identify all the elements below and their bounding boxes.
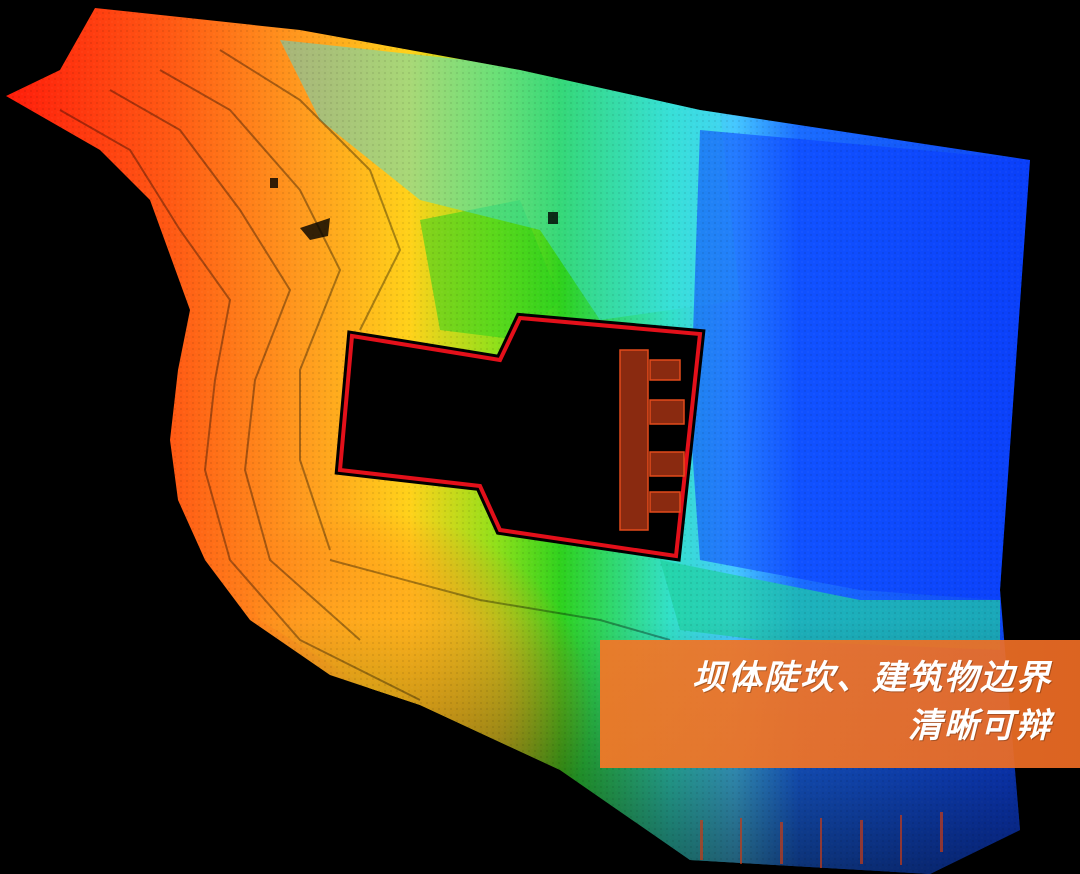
caption-line-1: 坝体陡坎、建筑物边界 — [692, 658, 1052, 698]
caption-line-2: 清晰可辩 — [908, 706, 1052, 746]
caption-banner: 坝体陡坎、建筑物边界 清晰可辩 — [600, 640, 1080, 768]
image-canvas: 坝体陡坎、建筑物边界 清晰可辩 — [0, 0, 1080, 874]
